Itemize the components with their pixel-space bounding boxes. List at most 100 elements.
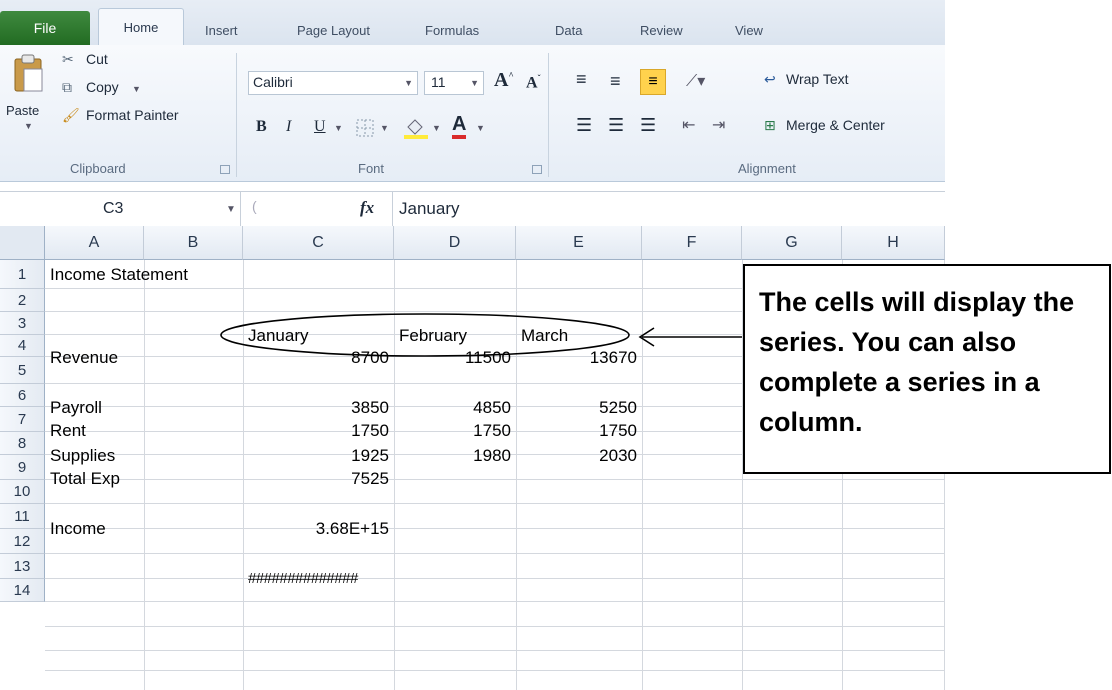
wrap-text-icon: ↩ [764,71,776,87]
formula-bar: C3 ▼ ( fx January [0,191,945,227]
cut-button[interactable]: ✂ Cut [62,51,142,73]
merge-center-label: Merge & Center [786,117,885,133]
name-box-value: C3 [103,200,124,217]
borders-icon[interactable] [356,119,374,137]
format-painter-label: Format Painter [86,107,179,123]
row-header[interactable]: 10 [0,480,45,504]
align-bottom-icon[interactable]: ≡ [640,69,666,95]
orientation-icon[interactable]: ⟋▾ [686,71,705,91]
cell-C11[interactable]: 3.68E+15 [243,515,394,542]
cut-label: Cut [86,51,108,67]
wrap-text-label: Wrap Text [786,71,849,87]
ribbon: Paste ▼ ✂ Cut ⧉ Copy ▼ 🖌 Format Painter … [0,45,945,182]
cell-D8[interactable]: 1980 [394,442,516,469]
align-left-icon[interactable]: ☰ [576,115,592,136]
row-header[interactable]: 14 [0,579,45,602]
callout-text: The cells will display the series. You c… [759,287,1075,437]
shrink-font-icon[interactable]: Aˇ [526,73,541,92]
annotation-callout-box: The cells will display the series. You c… [743,264,1111,474]
tab-insert[interactable]: Insert [205,17,238,45]
insert-function-icon[interactable]: fx [360,198,374,218]
row-header[interactable]: 13 [0,554,45,579]
copy-label: Copy [86,79,119,95]
underline-button[interactable]: U [314,118,326,136]
copy-button[interactable]: ⧉ Copy ▼ [62,79,152,101]
wrap-text-button[interactable]: ↩ Wrap Text [764,69,894,93]
row-header[interactable]: 4 [0,335,45,357]
tab-view[interactable]: View [735,17,763,45]
format-painter-button[interactable]: 🖌 Format Painter [62,107,232,129]
align-top-icon[interactable]: ≡ [576,69,587,90]
tab-file[interactable]: File [0,11,90,45]
font-color-dropdown-icon[interactable]: ▼ [476,123,485,133]
row-header[interactable]: 8 [0,432,45,455]
fill-color-dropdown-icon[interactable]: ▼ [432,123,441,133]
clipboard-group-label: Clipboard [70,161,126,176]
row-header[interactable]: 3 [0,312,45,335]
paste-dropdown-icon: ▼ [24,121,33,131]
ribbon-tab-bar: File Home Insert Page Layout Formulas Da… [0,0,945,47]
paste-label: Paste [6,103,40,118]
row-header[interactable]: 7 [0,407,45,432]
cell-C9[interactable]: 7525 [243,465,394,492]
formula-input[interactable]: January [392,192,946,226]
merge-center-icon: ⊞ [764,117,776,133]
group-divider [548,53,549,177]
increase-indent-icon[interactable]: ⇥ [712,115,725,135]
align-middle-icon[interactable]: ≡ [610,71,621,92]
row-header[interactable]: 2 [0,289,45,312]
font-name-select[interactable]: Calibri ▼ [248,71,418,95]
grow-font-icon[interactable]: A^ [494,69,514,92]
cell-A7[interactable]: Rent [45,417,91,444]
tab-formulas[interactable]: Formulas [425,17,479,45]
alignment-group-label: Alignment [738,161,796,176]
cell-C7[interactable]: 1750 [243,417,394,444]
formula-value: January [399,199,460,218]
decrease-indent-icon[interactable]: ⇤ [682,115,695,135]
copy-icon: ⧉ [62,79,72,95]
cell-E7[interactable]: 1750 [516,417,642,444]
chevron-down-icon: ▼ [404,78,413,88]
row-header[interactable]: 5 [0,357,45,384]
tab-page-layout[interactable]: Page Layout [297,17,370,45]
cell-D7[interactable]: 1750 [394,417,516,444]
scissors-icon: ✂ [62,51,74,67]
copy-dropdown-icon: ▼ [132,84,141,94]
cell-A4[interactable]: Revenue [45,344,123,371]
paste-button[interactable]: Paste ▼ [6,51,52,131]
align-center-icon[interactable]: ☰ [608,115,624,136]
row-header[interactable]: 1 [0,260,45,289]
tab-home[interactable]: Home [98,8,184,47]
group-divider [236,53,237,177]
cancel-entry-icon[interactable]: ( [252,198,257,214]
italic-button[interactable]: I [286,118,291,136]
tab-review[interactable]: Review [640,17,683,45]
align-right-icon[interactable]: ☰ [640,115,656,136]
arrow-icon [638,327,742,347]
chevron-down-icon: ▼ [470,78,479,88]
row-header[interactable]: 9 [0,455,45,480]
row-header[interactable]: 12 [0,529,45,554]
bold-button[interactable]: B [256,118,267,136]
font-name-value: Calibri [253,74,293,90]
merge-center-button[interactable]: ⊞ Merge & Center [764,115,944,139]
font-size-value: 11 [431,74,446,90]
row-header[interactable]: 6 [0,384,45,407]
font-color-icon[interactable]: A [452,113,467,139]
row-header[interactable]: 11 [0,504,45,529]
cell-A1[interactable]: Income Statement [45,261,193,288]
format-painter-icon: 🖌 [62,107,80,123]
cell-E8[interactable]: 2030 [516,442,642,469]
cell-A11[interactable]: Income [45,515,111,542]
font-size-select[interactable]: 11 ▼ [424,71,484,95]
fill-color-icon[interactable] [404,117,428,139]
cell-C13[interactable]: ############## [243,565,363,592]
tab-data[interactable]: Data [555,17,582,45]
clipboard-launcher-icon[interactable] [220,165,230,174]
font-launcher-icon[interactable] [532,165,542,174]
cell-A9[interactable]: Total Exp [45,465,125,492]
name-box[interactable]: C3 ▼ [0,192,241,226]
underline-dropdown-icon[interactable]: ▼ [334,123,343,133]
borders-dropdown-icon[interactable]: ▼ [380,123,389,133]
paste-icon [14,54,43,92]
